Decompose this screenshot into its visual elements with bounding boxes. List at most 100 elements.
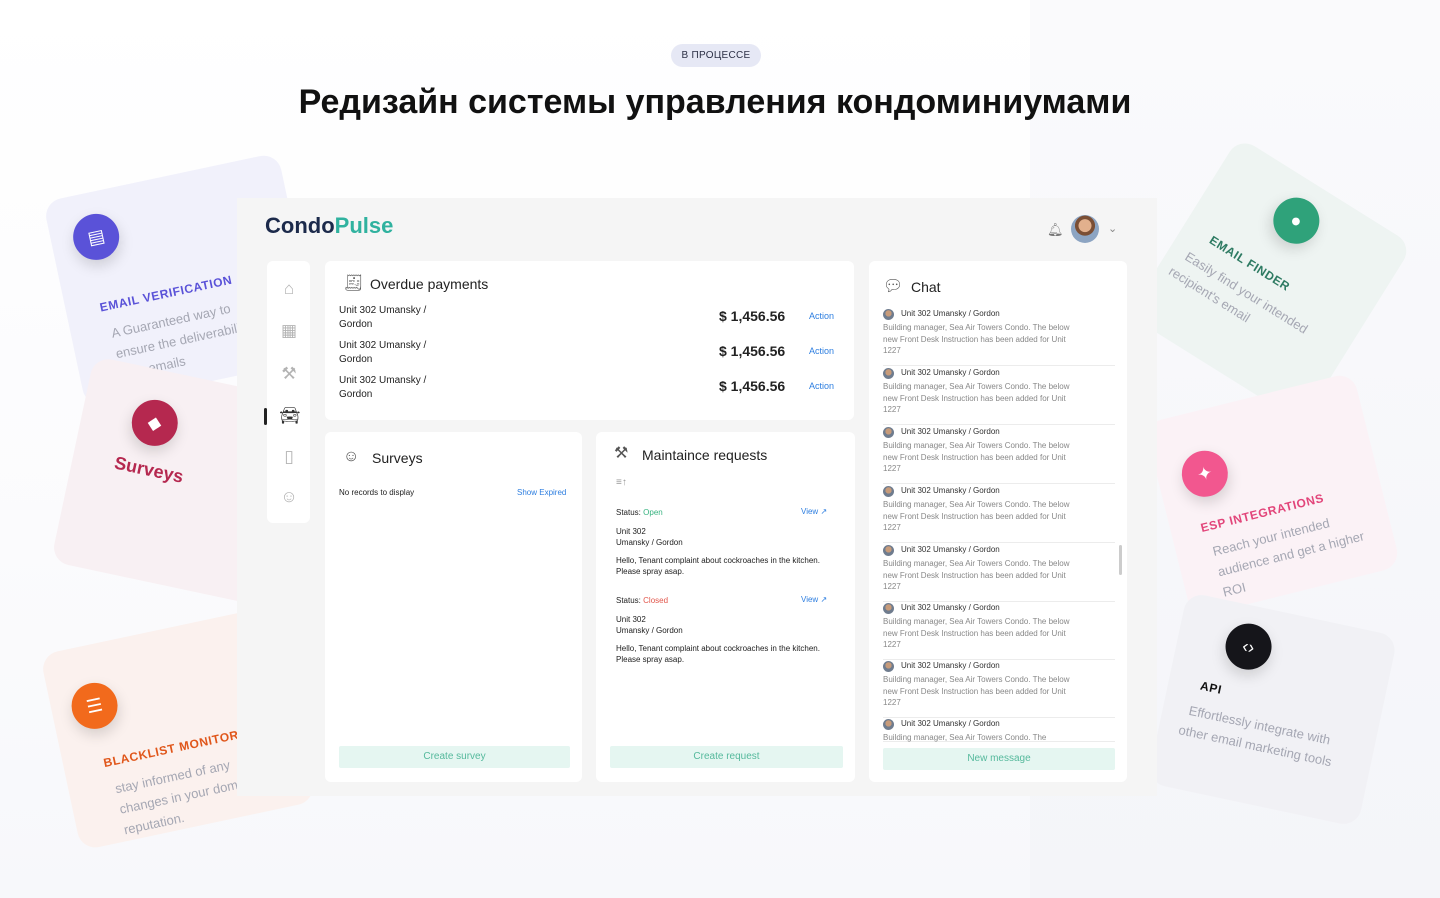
surveys-panel: ☺ Surveys No records to display Show Exp… [325, 432, 582, 782]
code-icon: ‹› [1221, 619, 1276, 674]
overdue-amount: $ 1,456.56 [719, 343, 786, 359]
chat-scrollbar[interactable] [1119, 545, 1122, 575]
toggle-icon: ● [1264, 188, 1329, 253]
avatar [883, 427, 894, 438]
maintenance-panel: ⚒ Maintaince requests ≡↑ Status: Open Vi… [596, 432, 855, 782]
feedback-icon[interactable]: ☺ [279, 487, 299, 507]
surveys-empty-text: No records to display [339, 488, 415, 497]
logo-part-condo: Condo [265, 213, 335, 238]
avatar [883, 309, 894, 320]
chat-sender: Unit 302 Umansky / Gordon [901, 661, 1000, 670]
status-closed: Closed [643, 596, 669, 605]
server-icon: ☰ [67, 678, 122, 734]
chat-panel: 💬︎ Chat Unit 302 Umansky / Gordon Buildin… [869, 261, 1127, 782]
esp-desc-3: ROI [1221, 579, 1248, 600]
avatar [883, 719, 894, 730]
external-link-icon: ↗ [820, 507, 828, 516]
list-item[interactable]: Unit 302 Umansky / Gordon Building manage… [883, 659, 1115, 718]
surveys-title: Surveys [372, 450, 423, 466]
chat-text: Building manager, Sea Air Towers Condo. … [883, 733, 1047, 742]
status-open: Open [643, 508, 663, 517]
table-row: Unit 302 Umansky / Gordon $ 1,456.56 Act… [339, 374, 839, 410]
chat-sender: Unit 302 Umansky / Gordon [901, 309, 1000, 318]
maintenance-unit-name: Umansky / Gordon [616, 538, 683, 547]
maintenance-title: Maintaince requests [642, 447, 768, 463]
paint-roller-icon: ⚒ [614, 445, 629, 462]
view-link[interactable]: View ↗ [801, 595, 827, 604]
chat-text: Building manager, Sea Air Towers Condo. … [883, 441, 1070, 473]
avatar [883, 486, 894, 497]
view-label: View [801, 507, 819, 516]
maintenance-unit-name: Umansky / Gordon [616, 626, 683, 635]
app-logo[interactable]: CondoPulse [265, 213, 393, 239]
chat-text: Building manager, Sea Air Towers Condo. … [883, 500, 1070, 532]
surveys-label: Surveys [112, 452, 186, 487]
chat-sender: Unit 302 Umansky / Gordon [901, 603, 1000, 612]
bell-icon[interactable]: 🔔︎ [1047, 222, 1064, 238]
avatar [883, 661, 894, 672]
inbox-icon: ▤ [68, 209, 124, 265]
action-link[interactable]: Action [809, 346, 834, 356]
overdue-unit: Unit 302 Umansky / Gordon [339, 375, 427, 400]
avatar [883, 603, 894, 614]
action-link[interactable]: Action [809, 381, 834, 391]
sort-icon[interactable]: ≡↑ [616, 477, 627, 488]
maintenance-text: Hello, Tenant complaint about cockroache… [616, 644, 820, 664]
receipt-icon: 🧾︎ [343, 275, 364, 292]
external-link-icon: ↗ [820, 595, 828, 604]
chat-title: Chat [911, 279, 941, 295]
car-icon[interactable]: 🚘︎ [279, 406, 301, 426]
new-message-button[interactable]: New message [883, 748, 1115, 770]
chevron-down-icon[interactable]: ⌄ [1108, 222, 1117, 235]
status-label: Status: [616, 596, 641, 605]
sidebar-selection-indicator [264, 408, 267, 425]
view-label: View [801, 595, 819, 604]
sidebar: ⌂ ▦ ⚒ 🚘︎ ▯ ☺ [264, 261, 310, 523]
building-icon[interactable]: ▦ [279, 321, 299, 341]
chat-sender: Unit 302 Umansky / Gordon [901, 719, 1000, 728]
overdue-title: Overdue payments [370, 276, 489, 292]
overdue-payments-panel: 🧾︎ Overdue payments Unit 302 Umansky / G… [325, 261, 854, 420]
view-link[interactable]: View ↗ [801, 507, 827, 516]
create-request-button[interactable]: Create request [610, 746, 843, 768]
list-item[interactable]: Unit 302 Umansky / Gordon Building manage… [883, 717, 1115, 742]
maintenance-unit-line: Unit 302 [616, 527, 646, 536]
chat-sender: Unit 302 Umansky / Gordon [901, 368, 1000, 377]
status-badge: В ПРОЦЕССЕ [671, 44, 761, 67]
lightning-icon: ✦ [1176, 445, 1233, 502]
chat-text: Building manager, Sea Air Towers Condo. … [883, 323, 1070, 355]
list-item[interactable]: Unit 302 Umansky / Gordon Building manage… [883, 307, 1115, 366]
create-survey-button[interactable]: Create survey [339, 746, 570, 768]
list-item[interactable]: Unit 302 Umansky / Gordon Building manage… [883, 601, 1115, 660]
app-window: CondoPulse 🔔︎ ⌄ ⌂ ▦ ⚒ 🚘︎ ▯ ☺ 🧾︎ Overdue … [237, 198, 1157, 796]
chat-text: Building manager, Sea Air Towers Condo. … [883, 559, 1070, 591]
page-title: Редизайн системы управления кондоминиума… [298, 83, 1132, 121]
table-row: Unit 302 Umansky / Gordon $ 1,456.56 Act… [339, 304, 839, 340]
list-item[interactable]: Unit 302 Umansky / Gordon Building manage… [883, 366, 1115, 425]
chat-bubble-icon: ☺ [343, 448, 360, 465]
maintenance-unit-line: Unit 302 [616, 615, 646, 624]
table-row: Unit 302 Umansky / Gordon $ 1,456.56 Act… [339, 339, 839, 375]
home-icon[interactable]: ⌂ [279, 279, 299, 299]
document-icon[interactable]: ▯ [279, 447, 299, 467]
paint-roller-icon[interactable]: ⚒ [279, 364, 299, 384]
overdue-amount: $ 1,456.56 [719, 378, 786, 394]
list-item[interactable]: Unit 302 Umansky / Gordon Building manage… [883, 543, 1115, 602]
avatar [883, 368, 894, 379]
chat-sender: Unit 302 Umansky / Gordon [901, 545, 1000, 554]
chat-icon: 💬︎ [883, 278, 904, 295]
logo-part-pulse: Pulse [334, 213, 394, 238]
maintenance-text: Hello, Tenant complaint about cockroache… [616, 556, 820, 576]
avatar[interactable] [1071, 215, 1099, 243]
chat-sender: Unit 302 Umansky / Gordon [901, 427, 1000, 436]
chat-text: Building manager, Sea Air Towers Condo. … [883, 617, 1070, 649]
status-label: Status: [616, 508, 641, 517]
action-link[interactable]: Action [809, 311, 834, 321]
list-item[interactable]: Unit 302 Umansky / Gordon Building manage… [883, 484, 1115, 543]
api-label: API [1198, 678, 1224, 697]
show-expired-link[interactable]: Show Expired [517, 488, 566, 497]
overdue-unit: Unit 302 Umansky / Gordon [339, 305, 427, 330]
chat-sender: Unit 302 Umansky / Gordon [901, 486, 1000, 495]
avatar [883, 545, 894, 556]
list-item[interactable]: Unit 302 Umansky / Gordon Building manage… [883, 425, 1115, 484]
